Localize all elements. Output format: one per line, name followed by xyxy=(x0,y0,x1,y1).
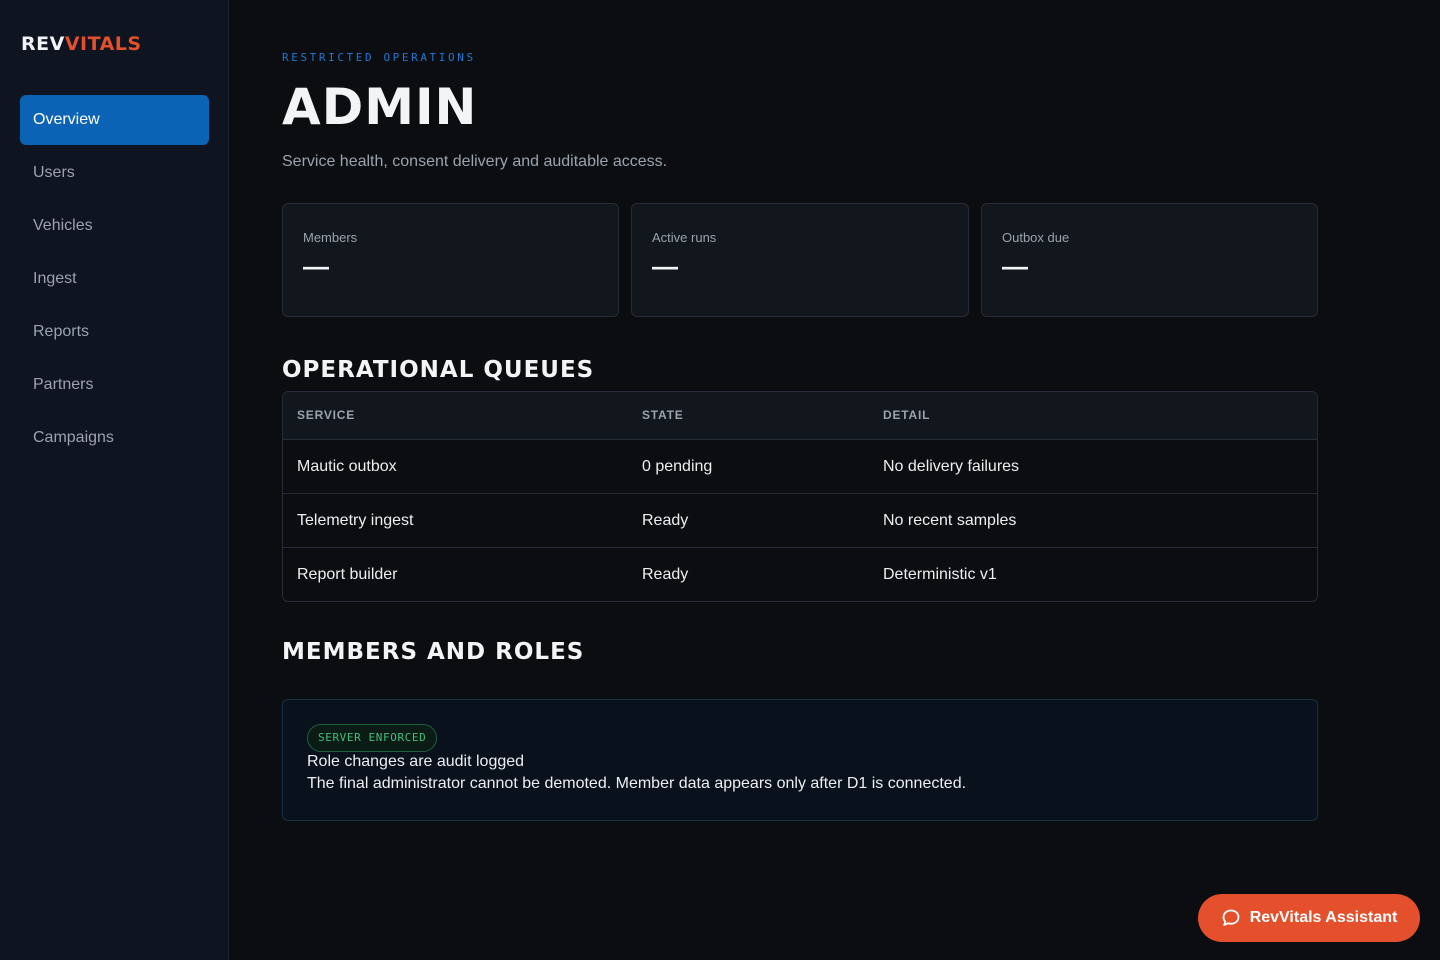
cell-detail: Deterministic v1 xyxy=(883,566,997,583)
page-title: ADMIN xyxy=(282,78,478,136)
assistant-button[interactable]: RevVitals Assistant xyxy=(1198,894,1420,942)
sidebar-item-vehicles[interactable]: Vehicles xyxy=(20,201,209,251)
cell-detail: No recent samples xyxy=(883,512,1017,529)
table-row: Mautic outbox 0 pending No delivery fail… xyxy=(283,439,1317,493)
sidebar-item-partners[interactable]: Partners xyxy=(20,360,209,410)
notice-body: The final administrator cannot be demote… xyxy=(307,775,967,792)
stat-card-outbox-due: Outbox due — xyxy=(981,203,1318,317)
cell-detail: No delivery failures xyxy=(883,458,1020,475)
column-header-service: SERVICE xyxy=(297,408,356,422)
stat-label: Outbox due xyxy=(1002,230,1070,245)
page-subtitle: Service health, consent delivery and aud… xyxy=(282,153,668,170)
cell-service: Telemetry ingest xyxy=(297,512,414,529)
chat-bubble-icon xyxy=(1222,909,1240,926)
sidebar-item-ingest[interactable]: Ingest xyxy=(20,254,209,304)
cell-service: Mautic outbox xyxy=(297,458,397,475)
table-row: Report builder Ready Deterministic v1 xyxy=(283,547,1317,601)
status-badge: SERVER ENFORCED xyxy=(307,724,438,752)
table-header-row: SERVICE STATE DETAIL xyxy=(283,392,1317,439)
assistant-button-label: RevVitals Assistant xyxy=(1249,909,1398,926)
stat-card-members: Members — xyxy=(282,203,619,317)
stat-card-active-runs: Active runs — xyxy=(631,203,969,317)
column-header-state: STATE xyxy=(642,408,684,422)
queues-table: SERVICE STATE DETAIL Mautic outbox 0 pen… xyxy=(282,391,1318,602)
stat-label: Members xyxy=(303,230,358,245)
members-notice: SERVER ENFORCED Role changes are audit l… xyxy=(282,699,1318,821)
brand-logo-part1: REV xyxy=(21,33,65,55)
sidebar-item-overview[interactable]: Overview xyxy=(20,95,209,145)
cell-service: Report builder xyxy=(297,566,398,583)
notice-title: Role changes are audit logged xyxy=(307,753,525,770)
section-title-queues: OPERATIONAL QUEUES xyxy=(282,357,595,383)
stat-value: — xyxy=(1002,251,1028,281)
section-title-members: MEMBERS AND ROLES xyxy=(282,639,585,665)
brand-logo[interactable]: REVVITALS xyxy=(21,33,142,55)
sidebar-item-reports[interactable]: Reports xyxy=(20,307,209,357)
sidebar-nav: Overview Users Vehicles Ingest Reports P… xyxy=(20,95,209,466)
cell-state: Ready xyxy=(642,512,689,529)
stats-row: Members — Active runs — Outbox due — xyxy=(282,203,1318,317)
sidebar-item-campaigns[interactable]: Campaigns xyxy=(20,413,209,463)
stat-label: Active runs xyxy=(652,230,717,245)
cell-state: Ready xyxy=(642,566,689,583)
brand-logo-part2: VITALS xyxy=(64,33,142,55)
sidebar-item-users[interactable]: Users xyxy=(20,148,209,198)
stat-value: — xyxy=(652,251,678,281)
stat-value: — xyxy=(303,251,329,281)
column-header-detail: DETAIL xyxy=(883,408,931,422)
sidebar: REVVITALS Overview Users Vehicles Ingest… xyxy=(0,0,229,960)
page-eyebrow: RESTRICTED OPERATIONS xyxy=(282,51,476,64)
cell-state: 0 pending xyxy=(642,458,713,475)
table-row: Telemetry ingest Ready No recent samples xyxy=(283,493,1317,547)
